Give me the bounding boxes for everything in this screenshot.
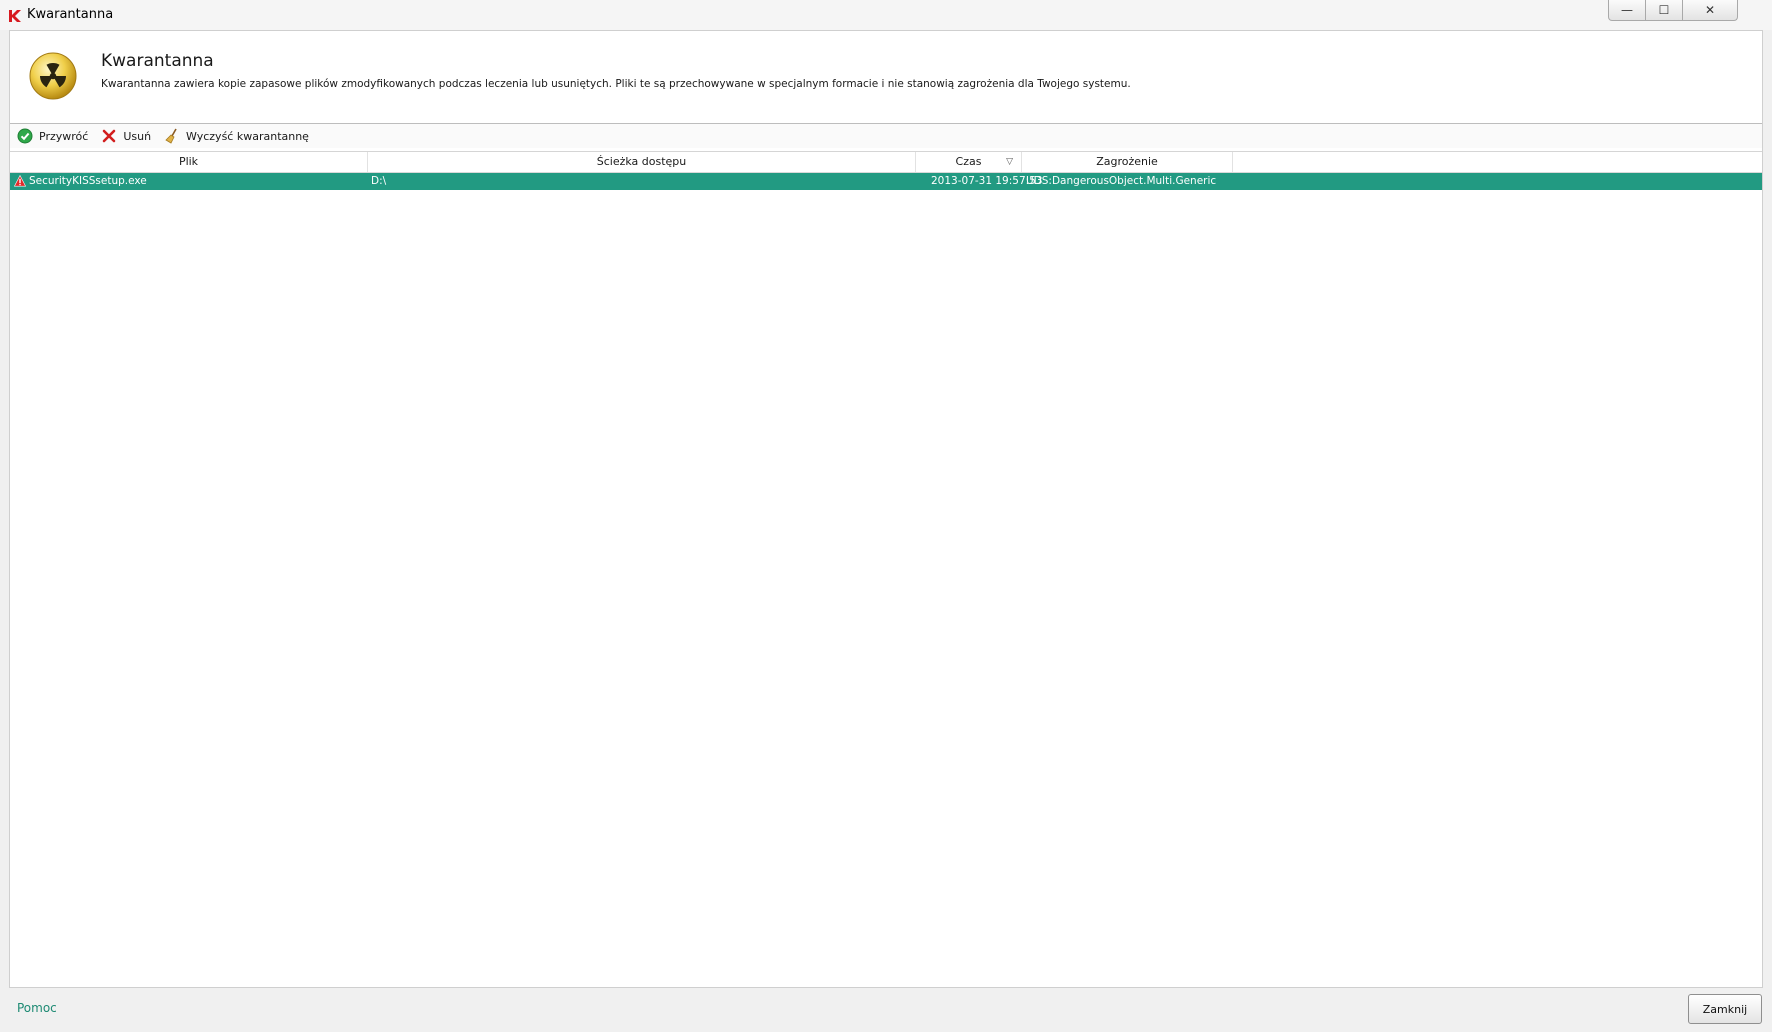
warning-icon xyxy=(14,175,26,187)
delete-button[interactable]: Usuń xyxy=(101,128,151,144)
red-x-icon xyxy=(103,129,116,143)
restore-label: Przywróć xyxy=(39,129,89,143)
delete-label: Usuń xyxy=(123,129,152,143)
radiation-icon xyxy=(29,52,77,100)
column-header-time-label: Czas xyxy=(955,155,982,168)
sort-descending-icon: ▽ xyxy=(1006,157,1013,167)
minimize-button[interactable]: — xyxy=(1608,0,1646,21)
restore-button[interactable]: Przywróć xyxy=(17,128,88,144)
table-header: Plik Ścieżka dostępu Czas ▽ Zagrożenie xyxy=(10,152,1762,173)
page-title: Kwarantanna xyxy=(101,51,214,71)
table-row[interactable]: SecurityKISSsetup.exe D:\ 2013-07-31 19:… xyxy=(10,173,1762,190)
broom-icon xyxy=(165,128,177,144)
close-window-button[interactable]: ✕ xyxy=(1682,0,1738,21)
window-title: Kwarantanna xyxy=(27,7,114,22)
window-controls: — ☐ ✕ xyxy=(1608,0,1738,21)
toolbar: Przywróć Usuń Wyczyść kwarantannę xyxy=(10,124,1762,148)
cell-path: D:\ xyxy=(371,175,387,187)
check-circle-icon xyxy=(17,128,33,144)
kaspersky-logo-icon xyxy=(9,10,21,22)
title-bar: Kwarantanna — ☐ ✕ xyxy=(0,0,1772,30)
column-header-time[interactable]: Czas ▽ xyxy=(916,152,1022,172)
column-header-threat[interactable]: Zagrożenie xyxy=(1022,152,1233,172)
clear-quarantine-label: Wyczyść kwarantannę xyxy=(186,129,309,143)
column-header-file[interactable]: Plik xyxy=(10,152,368,172)
cell-file: SecurityKISSsetup.exe xyxy=(29,175,147,187)
clear-quarantine-button[interactable]: Wyczyść kwarantannę xyxy=(164,128,309,144)
maximize-button[interactable]: ☐ xyxy=(1645,0,1683,21)
cell-threat: UDS:DangerousObject.Multi.Generic xyxy=(1026,175,1217,187)
close-button[interactable]: Zamknij xyxy=(1688,994,1762,1024)
column-header-path[interactable]: Ścieżka dostępu xyxy=(368,152,916,172)
quarantine-table: Plik Ścieżka dostępu Czas ▽ Zagrożenie S… xyxy=(10,151,1762,987)
quarantine-panel: Kwarantanna Kwarantanna zawiera kopie za… xyxy=(9,30,1763,988)
page-description: Kwarantanna zawiera kopie zapasowe plikó… xyxy=(101,78,1131,90)
help-link[interactable]: Pomoc xyxy=(17,1001,57,1015)
